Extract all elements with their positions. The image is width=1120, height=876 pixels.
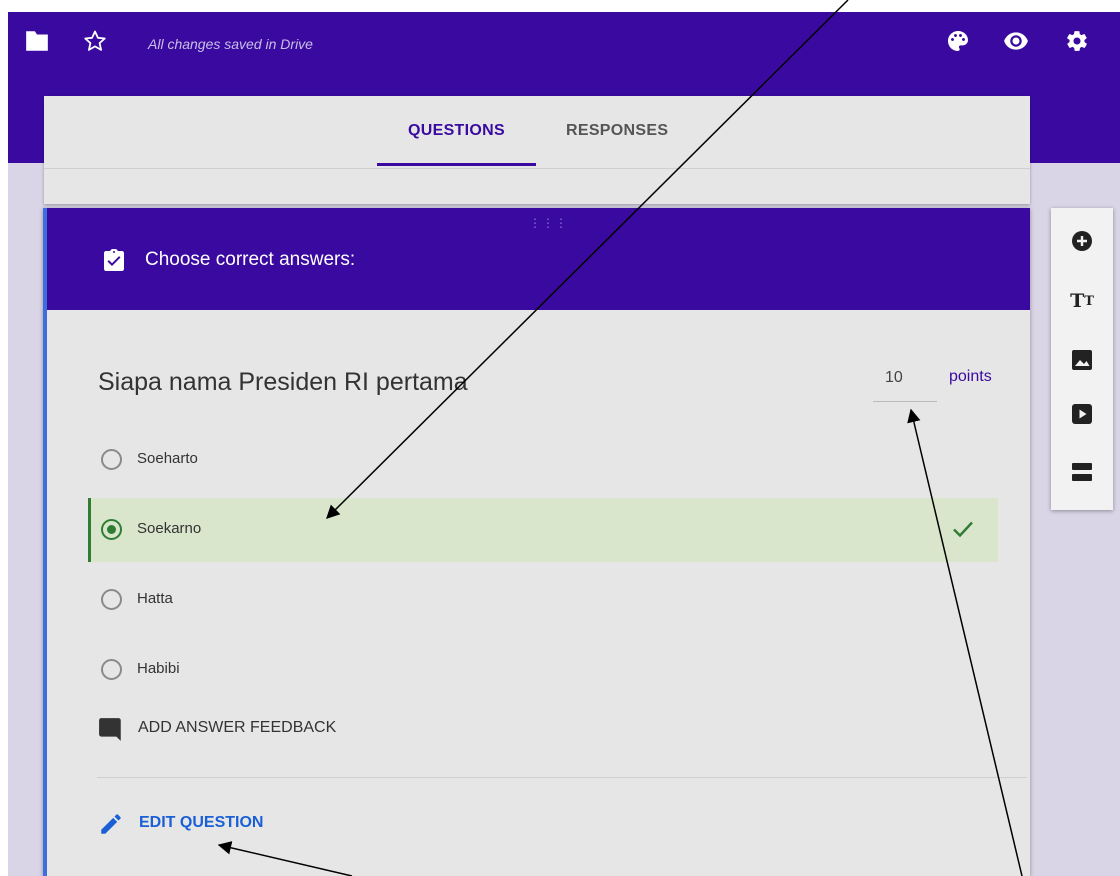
tab-questions[interactable]: QUESTIONS	[408, 122, 505, 140]
answer-option-hatta[interactable]: Hatta	[88, 568, 998, 632]
points-input[interactable]: 10	[873, 369, 937, 387]
active-card-indicator	[43, 208, 47, 876]
pencil-icon	[98, 811, 124, 842]
tab-bar-card: QUESTIONS RESPONSES	[44, 96, 1030, 204]
answer-option-habibi[interactable]: Habibi	[88, 638, 998, 702]
add-video-icon[interactable]	[1069, 401, 1095, 427]
question-title: Siapa nama Presiden RI pertama	[98, 368, 468, 396]
add-section-icon[interactable]	[1069, 459, 1095, 485]
option-label: Soeharto	[137, 450, 198, 467]
correct-answer-indicator	[88, 498, 91, 562]
answer-option-soeharto[interactable]: Soeharto	[88, 428, 998, 492]
card-divider	[97, 777, 1027, 778]
answer-key-header: ⋮⋮⋮ Choose correct answers:	[43, 208, 1030, 310]
radio-button-selected[interactable]	[101, 519, 122, 540]
points-input-underline	[873, 401, 937, 402]
edit-question-label: EDIT QUESTION	[139, 814, 264, 831]
edit-question-button[interactable]: EDIT QUESTION	[98, 806, 398, 842]
add-answer-feedback-button[interactable]: ADD ANSWER FEEDBACK	[98, 708, 498, 748]
tab-responses[interactable]: RESPONSES	[566, 122, 668, 140]
points-label: points	[949, 368, 992, 385]
answer-key-title: Choose correct answers:	[145, 249, 356, 270]
star-icon[interactable]	[82, 28, 108, 54]
option-label: Hatta	[137, 590, 173, 607]
radio-button[interactable]	[101, 589, 122, 610]
palette-icon[interactable]	[945, 28, 971, 54]
clipboard-check-icon	[103, 248, 125, 277]
question-card[interactable]: ⋮⋮⋮ Choose correct answers: Siapa nama P…	[43, 208, 1030, 876]
add-image-icon[interactable]	[1069, 347, 1095, 373]
eye-icon[interactable]	[1002, 29, 1030, 53]
check-icon	[952, 520, 974, 543]
radio-button[interactable]	[101, 449, 122, 470]
save-status-text: All changes saved in Drive	[148, 36, 313, 52]
floating-toolbar: TT	[1051, 208, 1113, 510]
gear-icon[interactable]	[1064, 28, 1090, 54]
radio-button[interactable]	[101, 659, 122, 680]
answer-option-soekarno[interactable]: Soekarno	[88, 498, 998, 562]
drag-handle-icon[interactable]: ⋮⋮⋮	[529, 216, 568, 230]
add-title-icon[interactable]: TT	[1069, 288, 1095, 314]
folder-icon[interactable]	[24, 29, 50, 53]
add-answer-feedback-label: ADD ANSWER FEEDBACK	[138, 719, 337, 736]
option-label: Habibi	[137, 660, 180, 677]
feedback-comment-icon	[98, 716, 124, 747]
option-label: Soekarno	[137, 520, 202, 537]
active-tab-indicator	[377, 163, 536, 166]
tab-divider	[44, 168, 1030, 169]
add-question-icon[interactable]	[1069, 228, 1095, 254]
form-editor-page: All changes saved in Drive QUESTIONS RES…	[8, 12, 1120, 876]
